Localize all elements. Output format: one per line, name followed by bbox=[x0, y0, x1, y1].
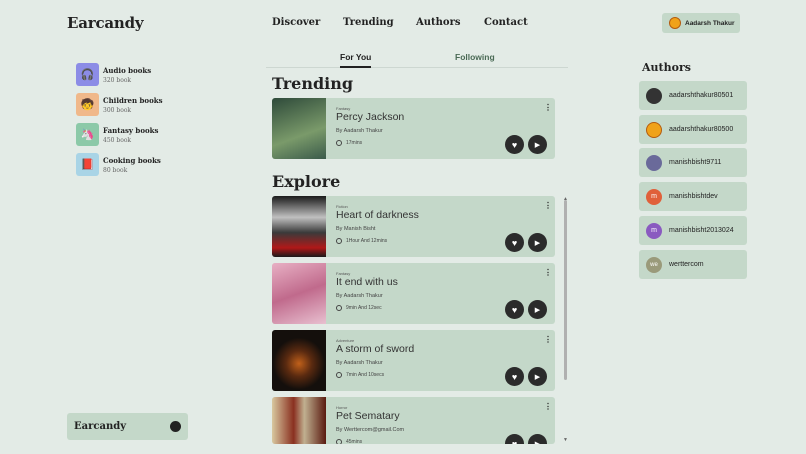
nav-authors[interactable]: Authors bbox=[416, 17, 461, 28]
category-children-books[interactable]: 🧒 Children books 300 book bbox=[76, 93, 163, 116]
headphones-icon: 🎧 bbox=[76, 63, 99, 86]
footer-logo: Earcandy bbox=[74, 421, 127, 432]
more-options-icon[interactable]: ⋮ bbox=[544, 336, 552, 344]
nav-trending[interactable]: Trending bbox=[343, 17, 394, 28]
unicorn-icon: 🦄 bbox=[76, 123, 99, 146]
author-avatar: m bbox=[646, 222, 662, 239]
category-count: 300 book bbox=[103, 106, 132, 114]
author-name: manishbisht9711 bbox=[669, 159, 722, 166]
card-author: By Aadarsh Thakur bbox=[336, 360, 383, 366]
user-name: Aadarsh Thakur bbox=[685, 19, 735, 27]
category-audio-books[interactable]: 🎧 Audio books 320 book bbox=[76, 63, 151, 86]
explore-card[interactable]: Horror Pet Sematary By Werttercom@gmail.… bbox=[272, 397, 555, 444]
play-button[interactable]: ▶ bbox=[528, 434, 547, 444]
author-avatar bbox=[646, 154, 662, 171]
explore-card[interactable]: Fantasy It end with us By Aadarsh Thakur… bbox=[272, 263, 555, 324]
category-cooking-books[interactable]: 📕 Cooking books 80 book bbox=[76, 153, 161, 176]
card-title: Heart of darkness bbox=[336, 209, 419, 221]
author-name: aadarshthakur80501 bbox=[669, 92, 734, 99]
card-duration: 1Hour And 12mins bbox=[346, 238, 388, 244]
more-options-icon[interactable]: ⋮ bbox=[544, 104, 552, 112]
authors-heading: Authors bbox=[642, 61, 691, 74]
category-fantasy-books[interactable]: 🦄 Fantasy books 450 book bbox=[76, 123, 158, 146]
explore-card[interactable]: Adventure A storm of sword By Aadarsh Th… bbox=[272, 330, 555, 391]
explore-heading: Explore bbox=[272, 172, 341, 191]
card-author: By Manish Bisht bbox=[336, 226, 376, 232]
card-duration: 7min And 10secs bbox=[346, 372, 385, 378]
author-name: werttercom bbox=[669, 261, 704, 268]
book-cover bbox=[272, 330, 326, 391]
author-avatar bbox=[646, 87, 662, 104]
play-button[interactable]: ▶ bbox=[528, 367, 547, 386]
author-name: manishbishtdev bbox=[669, 193, 718, 200]
author-item[interactable]: we werttercom bbox=[639, 250, 747, 279]
child-icon: 🧒 bbox=[76, 93, 99, 116]
card-title: It end with us bbox=[336, 276, 398, 288]
tab-for-you[interactable]: For You bbox=[340, 52, 371, 62]
like-button[interactable]: ♥ bbox=[505, 367, 524, 386]
lion-avatar-icon bbox=[669, 17, 681, 29]
book-cover bbox=[272, 196, 326, 257]
app-logo[interactable]: Earcandy bbox=[67, 14, 144, 32]
tab-active-indicator bbox=[340, 66, 371, 68]
trending-heading: Trending bbox=[272, 74, 354, 93]
category-title: Fantasy books bbox=[103, 125, 159, 135]
play-button[interactable]: ▶ bbox=[528, 300, 547, 319]
play-button[interactable]: ▶ bbox=[528, 233, 547, 252]
card-duration: 17mins bbox=[346, 140, 363, 146]
clock-icon bbox=[336, 372, 342, 378]
clock-icon bbox=[336, 140, 342, 146]
category-count: 320 book bbox=[103, 76, 132, 84]
clock-icon bbox=[336, 238, 342, 244]
card-duration: 9min And 12sec bbox=[346, 305, 382, 311]
author-item[interactable]: m manishbisht2013024 bbox=[639, 216, 747, 245]
scroll-down-icon[interactable]: ▼ bbox=[563, 437, 568, 443]
user-profile-button[interactable]: Aadarsh Thakur bbox=[662, 13, 740, 33]
category-count: 80 book bbox=[103, 166, 128, 174]
author-name: aadarshthakur80500 bbox=[669, 126, 734, 133]
author-avatar: we bbox=[646, 256, 662, 273]
card-author: By Aadarsh Thakur bbox=[336, 128, 383, 134]
more-options-icon[interactable]: ⋮ bbox=[544, 403, 552, 411]
card-duration: 45mins bbox=[346, 439, 363, 444]
scrollbar[interactable] bbox=[564, 200, 567, 380]
card-author: By Werttercom@gmail.Com bbox=[336, 427, 405, 433]
more-options-icon[interactable]: ⋮ bbox=[544, 202, 552, 210]
book-cover bbox=[272, 397, 326, 444]
footer-logo-box: Earcandy bbox=[67, 413, 188, 440]
tab-divider bbox=[266, 67, 568, 68]
play-button[interactable]: ▶ bbox=[528, 135, 547, 154]
category-count: 450 book bbox=[103, 136, 132, 144]
clock-icon bbox=[336, 305, 342, 311]
category-title: Cooking books bbox=[103, 155, 161, 165]
more-options-icon[interactable]: ⋮ bbox=[544, 269, 552, 277]
card-author: By Aadarsh Thakur bbox=[336, 293, 383, 299]
card-title: Pet Sematary bbox=[336, 410, 400, 422]
author-item[interactable]: m manishbishtdev bbox=[639, 182, 747, 211]
card-title: A storm of sword bbox=[336, 343, 415, 355]
book-cover bbox=[272, 98, 326, 159]
github-icon[interactable] bbox=[170, 421, 181, 432]
tab-following[interactable]: Following bbox=[455, 52, 495, 62]
trending-card[interactable]: Fantasy Percy Jackson By Aadarsh Thakur … bbox=[272, 98, 555, 159]
card-title: Percy Jackson bbox=[336, 111, 405, 123]
author-item[interactable]: manishbisht9711 bbox=[639, 148, 747, 177]
author-name: manishbisht2013024 bbox=[669, 227, 734, 234]
author-avatar bbox=[646, 121, 662, 138]
book-icon: 📕 bbox=[76, 153, 99, 176]
author-avatar: m bbox=[646, 188, 662, 205]
author-item[interactable]: aadarshthakur80501 bbox=[639, 81, 747, 110]
author-item[interactable]: aadarshthakur80500 bbox=[639, 115, 747, 144]
category-title: Audio books bbox=[103, 65, 152, 75]
like-button[interactable]: ♥ bbox=[505, 233, 524, 252]
like-button[interactable]: ♥ bbox=[505, 135, 524, 154]
category-title: Children books bbox=[103, 95, 163, 105]
explore-card[interactable]: Fiction Heart of darkness By Manish Bish… bbox=[272, 196, 555, 257]
like-button[interactable]: ♥ bbox=[505, 300, 524, 319]
nav-discover[interactable]: Discover bbox=[272, 17, 320, 28]
like-button[interactable]: ♥ bbox=[505, 434, 524, 444]
book-cover bbox=[272, 263, 326, 324]
nav-contact[interactable]: Contact bbox=[484, 17, 528, 28]
clock-icon bbox=[336, 439, 342, 444]
